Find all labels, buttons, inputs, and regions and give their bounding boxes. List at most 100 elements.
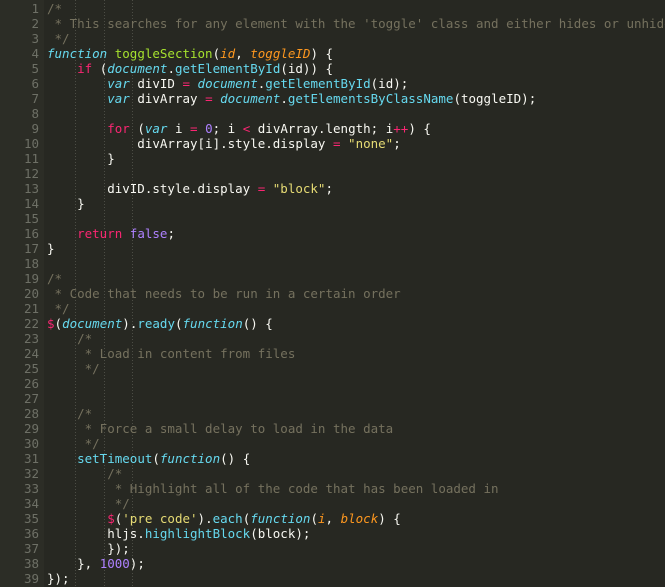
code-line: if (document.getElementById(id)) {: [44, 61, 665, 76]
token-punct: (: [310, 511, 318, 526]
token-comment: /*: [47, 331, 93, 346]
code-line: });: [44, 541, 665, 556]
token-keyword: if: [77, 61, 93, 76]
token-punct: ,: [325, 511, 341, 526]
token-func: toggleSection: [114, 46, 213, 61]
token-keyword: $: [47, 316, 55, 331]
token-punct: divArray.length; i: [250, 121, 394, 136]
token-number: 1000: [99, 556, 130, 571]
line-number: 25: [23, 361, 39, 376]
token-punct: ) {: [310, 46, 334, 61]
token-type: function: [182, 316, 243, 331]
line-number: 11: [23, 151, 39, 166]
token-type: document: [197, 76, 258, 91]
code-line: }: [44, 196, 665, 211]
code-line: */: [44, 496, 665, 511]
token-punct: i: [167, 121, 191, 136]
line-number: 14: [23, 196, 39, 211]
line-number: 32: [23, 466, 39, 481]
token-punct: hljs.: [47, 526, 145, 541]
code-line: for (var i = 0; i < divArray.length; i++…: [44, 121, 665, 136]
token-number: 0: [205, 121, 213, 136]
code-editor[interactable]: 1 2 3 4 5 6 7 8 9 10 11 12 13 14 15 16 17 18 19 20 21 22 23 24 2…: [0, 0, 665, 587]
token-builtin: each: [212, 511, 243, 526]
token-punct: [213, 91, 221, 106]
code-line: /*: [44, 466, 665, 481]
code-line: /*: [44, 1, 665, 16]
token-op: =: [332, 136, 341, 151]
token-param: block: [340, 511, 379, 526]
line-number: 9: [31, 121, 39, 136]
token-op: =: [205, 91, 213, 106]
token-punct: ): [197, 511, 206, 526]
token-builtin: getElementsByClassName: [287, 91, 454, 106]
code-line: });: [44, 571, 665, 586]
token-keyword: for: [107, 121, 130, 136]
line-number: 26: [23, 376, 39, 391]
token-punct: ) {: [378, 511, 401, 526]
line-number: 28: [23, 406, 39, 421]
token-punct: divArray: [129, 91, 206, 106]
line-number: 31: [23, 451, 39, 466]
token-punct: .: [205, 511, 213, 526]
line-number: 7: [31, 91, 39, 106]
token-comment: * Highlight all of the code that has bee…: [47, 481, 499, 496]
token-comment: */: [47, 361, 100, 376]
token-op: =: [182, 76, 191, 91]
token-comment: /*: [47, 466, 123, 481]
token-type: var: [144, 121, 168, 136]
token-punct: .: [167, 61, 175, 76]
token-type: function: [250, 511, 311, 526]
token-string: 'pre code': [122, 511, 198, 526]
line-number: 6: [31, 76, 39, 91]
token-builtin: ready: [137, 316, 175, 331]
line-number: 22: [23, 316, 39, 331]
token-comment: * Force a small delay to load in the dat…: [47, 421, 394, 436]
token-punct: }: [47, 196, 85, 211]
token-punct: );: [129, 556, 145, 571]
token-type: function: [159, 451, 221, 466]
token-comment: * This searches for any element with the…: [47, 16, 665, 31]
token-param: i: [318, 511, 326, 526]
token-builtin: getElementById: [265, 76, 371, 91]
line-number: 30: [23, 436, 39, 451]
code-content-area[interactable]: /* * This searches for any element with …: [44, 0, 665, 587]
line-number: 20: [23, 286, 39, 301]
token-type: function: [47, 46, 108, 61]
token-punct: ;: [167, 226, 175, 241]
token-punct: divID.style.display: [47, 181, 258, 196]
line-number: 5: [31, 61, 39, 76]
code-line: * Load in content from files: [44, 346, 665, 361]
code-line: var divID = document.getElementById(id);: [44, 76, 665, 91]
line-number: 24: [23, 346, 39, 361]
code-line: /*: [44, 406, 665, 421]
token-const: false: [129, 226, 168, 241]
code-line: * Force a small delay to load in the dat…: [44, 421, 665, 436]
code-line: */: [44, 361, 665, 376]
token-param: id: [220, 46, 236, 61]
line-number: 23: [23, 331, 39, 346]
line-number: 35: [23, 511, 39, 526]
token-punct: ,: [235, 46, 251, 61]
token-punct: (: [174, 316, 183, 331]
code-line: divArray[i].style.display = "none";: [44, 136, 665, 151]
token-comment: /*: [47, 271, 63, 286]
token-punct: },: [47, 556, 100, 571]
token-comment: /*: [47, 1, 63, 16]
token-keyword: return: [77, 226, 123, 241]
token-punct: () {: [242, 316, 273, 331]
token-comment: /*: [47, 406, 93, 421]
token-type: var: [107, 91, 130, 106]
token-punct: () {: [220, 451, 251, 466]
code-line: */: [44, 31, 665, 46]
token-type: document: [62, 316, 123, 331]
line-number: 12: [23, 166, 39, 181]
line-number: 21: [23, 301, 39, 316]
line-number: 4: [31, 46, 39, 61]
